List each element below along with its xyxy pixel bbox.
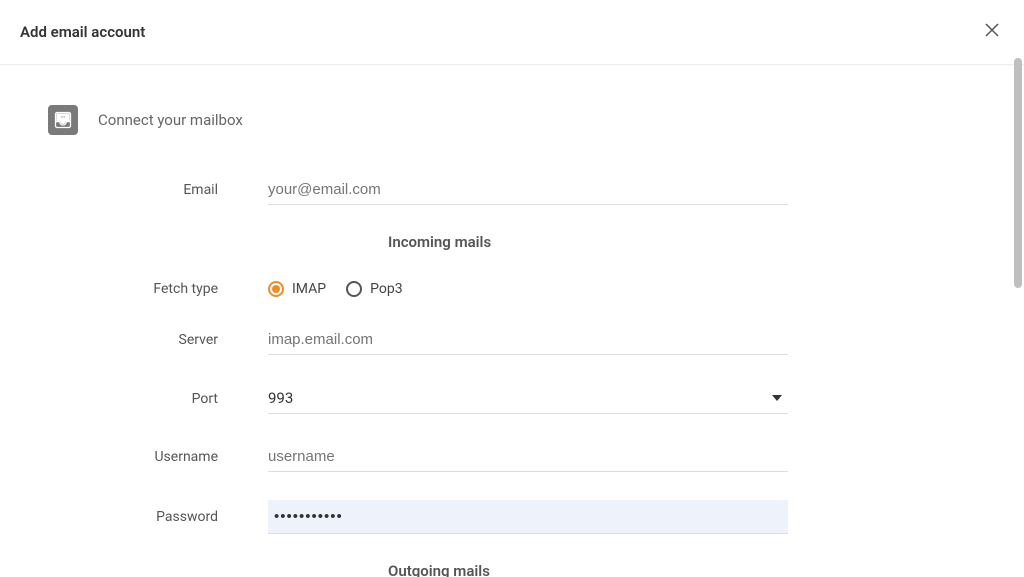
dialog-content: Connect your mailbox Email Incoming mail… [0, 65, 1024, 577]
password-input[interactable] [268, 500, 788, 534]
section-title: Connect your mailbox [98, 111, 243, 129]
scrollbar[interactable] [1014, 58, 1022, 288]
password-row: Password [48, 500, 976, 534]
fetch-type-label: Fetch type [48, 281, 268, 297]
radio-selected-icon [268, 281, 284, 297]
password-label: Password [48, 509, 268, 525]
incoming-heading: Incoming mails [48, 233, 976, 251]
fetch-type-radio-group: IMAP Pop3 [268, 281, 788, 297]
dialog-header: Add email account [0, 0, 1024, 65]
server-input[interactable] [268, 325, 788, 355]
port-row: Port 993 [48, 383, 976, 414]
close-icon [984, 22, 1000, 38]
fetch-type-pop3-radio[interactable]: Pop3 [346, 281, 402, 297]
fetch-type-imap-label: IMAP [292, 281, 326, 297]
username-row: Username [48, 442, 976, 472]
email-label: Email [48, 182, 268, 198]
section-header: Connect your mailbox [48, 105, 976, 135]
port-value: 993 [268, 383, 788, 413]
email-input[interactable] [268, 175, 788, 205]
email-row: Email [48, 175, 976, 205]
server-label: Server [48, 332, 268, 348]
server-row: Server [48, 325, 976, 355]
username-input[interactable] [268, 442, 788, 472]
port-select[interactable]: 993 [268, 383, 788, 414]
fetch-type-imap-radio[interactable]: IMAP [268, 281, 326, 297]
mailbox-icon [48, 105, 78, 135]
fetch-type-pop3-label: Pop3 [370, 281, 402, 297]
radio-unselected-icon [346, 281, 362, 297]
fetch-type-row: Fetch type IMAP Pop3 [48, 281, 976, 297]
port-label: Port [48, 391, 268, 407]
close-button[interactable] [980, 18, 1004, 46]
username-label: Username [48, 449, 268, 465]
chevron-down-icon [772, 395, 782, 401]
dialog-title: Add email account [20, 23, 145, 41]
